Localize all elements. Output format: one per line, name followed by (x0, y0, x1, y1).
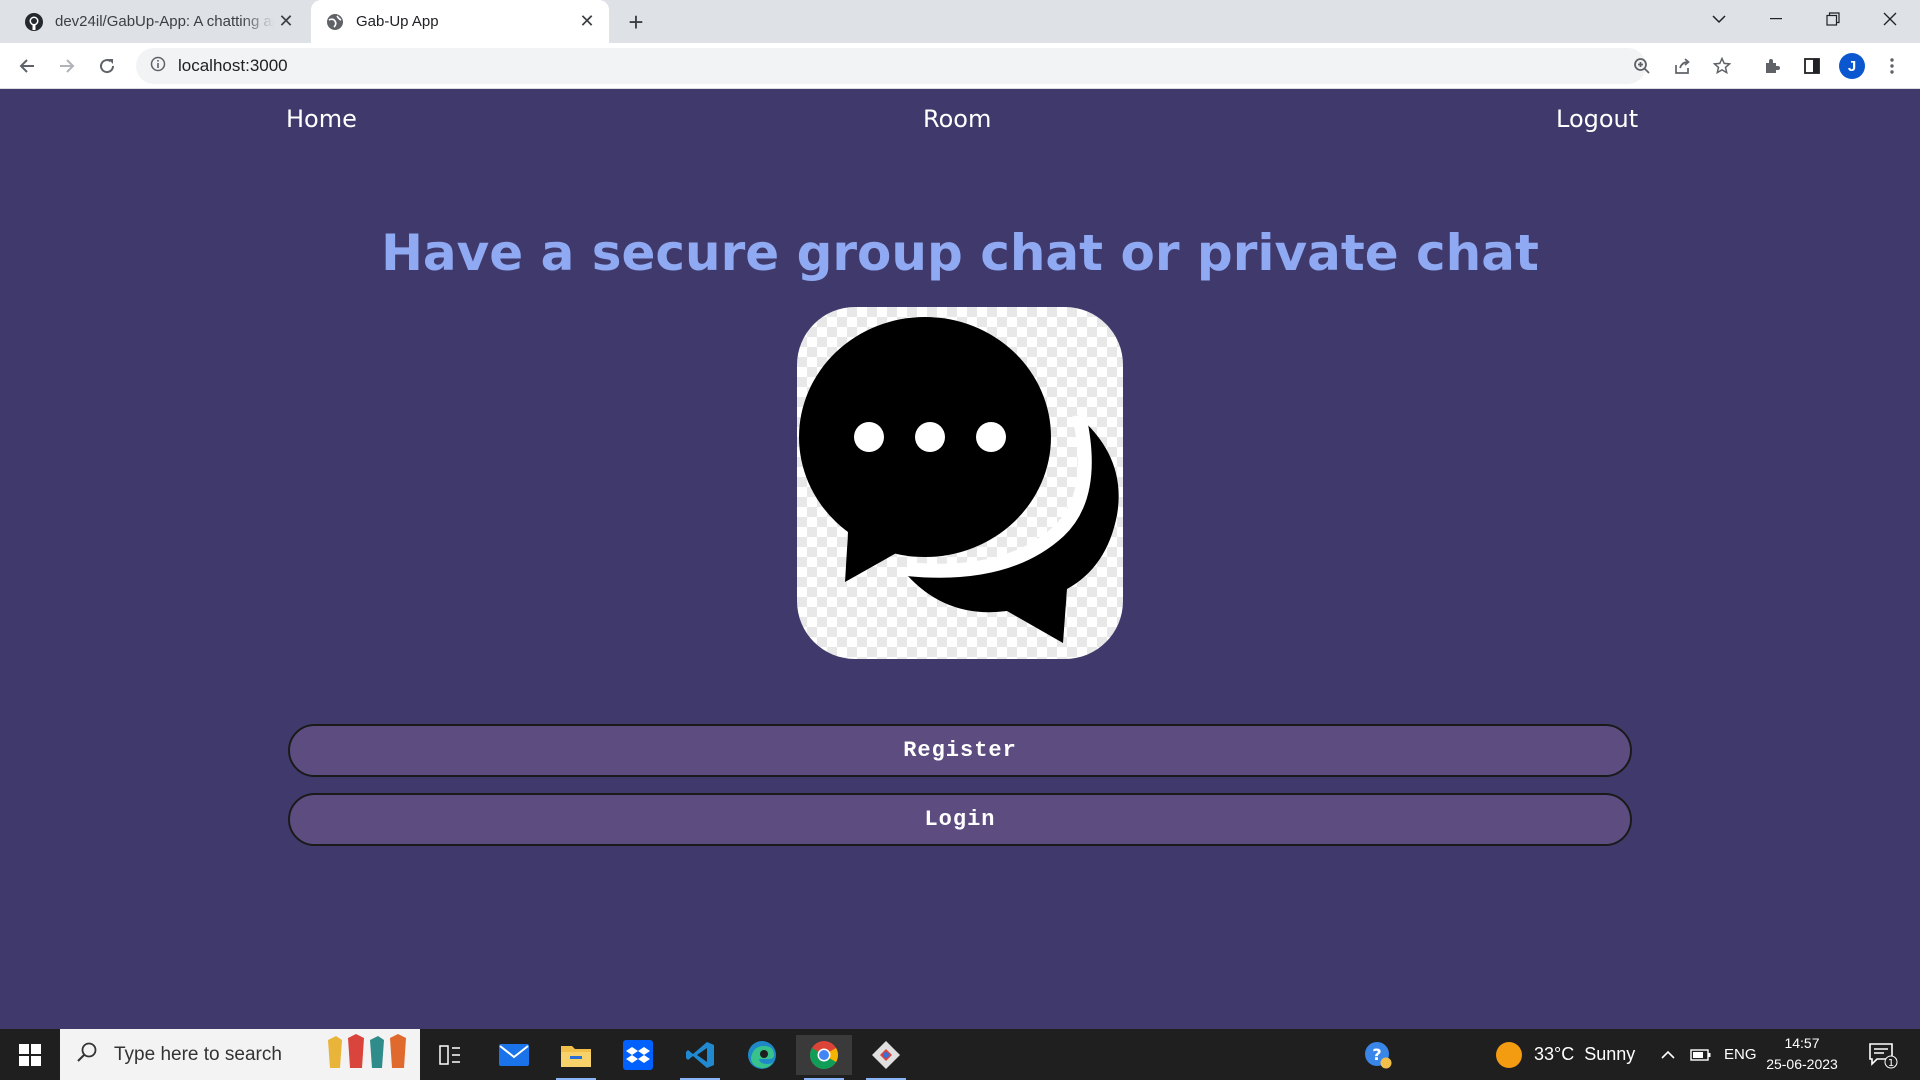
tab-title: Gab-Up App (356, 13, 439, 30)
clock[interactable]: 14:57 25-06-2023 (1752, 1033, 1852, 1075)
tab-gabup[interactable]: Gab-Up App ✕ (311, 0, 609, 43)
mail-icon[interactable] (486, 1035, 542, 1075)
nav-home-link[interactable]: Home (286, 105, 357, 133)
close-window-icon[interactable] (1862, 0, 1918, 38)
tab-github[interactable]: dev24il/GabUp-App: A chatting app ✕ (0, 0, 308, 43)
file-explorer-icon[interactable] (548, 1035, 604, 1080)
weather-text: 33°C Sunny (1534, 1044, 1636, 1064)
chat-bubbles-icon (797, 307, 1123, 659)
tab-strip: dev24il/GabUp-App: A chatting app ✕ Gab-… (0, 0, 1920, 43)
task-view-icon[interactable] (422, 1035, 478, 1075)
close-tab-icon[interactable]: ✕ (575, 10, 599, 34)
forward-icon[interactable] (51, 50, 83, 82)
page-content: Home Room Logout Have a secure group cha… (0, 89, 1920, 1029)
tab-search-icon[interactable] (1691, 0, 1747, 38)
site-info-icon[interactable] (150, 56, 166, 77)
clock-date: 25-06-2023 (1766, 1056, 1838, 1072)
vscode-icon[interactable] (672, 1035, 728, 1080)
weather-widget[interactable]: 33°C Sunny (1496, 1029, 1635, 1080)
help-icon[interactable]: ? (1364, 1029, 1392, 1080)
search-icon (76, 1041, 98, 1069)
nav-room-link[interactable]: Room (923, 105, 991, 133)
tab-title: dev24il/GabUp-App: A chatting app (55, 13, 274, 30)
side-panel-icon[interactable] (1796, 50, 1828, 82)
notifications-icon[interactable]: 1 (1868, 1029, 1898, 1080)
search-placeholder: Type here to search (114, 1043, 282, 1065)
extensions-icon[interactable] (1756, 50, 1788, 82)
show-hidden-icons[interactable] (1660, 1029, 1676, 1080)
taskbar-search-box[interactable]: Type here to search (60, 1029, 420, 1080)
windows-start-icon[interactable] (0, 1029, 60, 1080)
browser-menu-icon[interactable] (1876, 50, 1908, 82)
edge-icon[interactable] (734, 1035, 790, 1075)
new-tab-button[interactable]: + (620, 7, 652, 37)
git-tool-icon[interactable] (858, 1035, 914, 1080)
notification-count: 1 (1888, 1058, 1894, 1069)
bookmark-star-icon[interactable] (1706, 50, 1738, 82)
battery-icon[interactable] (1690, 1029, 1712, 1080)
login-button[interactable]: Login (288, 793, 1632, 846)
browser-toolbar: localhost:3000 J (0, 43, 1920, 89)
url-text: localhost:3000 (178, 56, 288, 75)
globe-icon (325, 12, 345, 32)
minimize-icon[interactable] (1748, 0, 1804, 38)
clock-time: 14:57 (1784, 1035, 1820, 1051)
search-highlight-icon (324, 1032, 416, 1078)
nav-logout-link[interactable]: Logout (1556, 105, 1638, 133)
restore-icon[interactable] (1805, 0, 1861, 38)
sun-icon (1496, 1041, 1522, 1068)
address-bar[interactable]: localhost:3000 (136, 48, 1646, 84)
dropbox-icon[interactable] (610, 1035, 666, 1075)
chrome-icon[interactable] (796, 1035, 852, 1080)
close-tab-icon[interactable]: ✕ (274, 10, 298, 34)
zoom-icon[interactable] (1626, 50, 1658, 82)
back-icon[interactable] (11, 50, 43, 82)
taskbar: Type here to search ? 33°C Sunny ENG 14:… (0, 1029, 1920, 1080)
register-button[interactable]: Register (288, 724, 1632, 777)
github-icon (24, 12, 44, 32)
share-icon[interactable] (1666, 50, 1698, 82)
page-headline: Have a secure group chat or private chat (381, 224, 1539, 282)
profile-avatar[interactable]: J (1836, 50, 1868, 82)
reload-icon[interactable] (91, 50, 123, 82)
svg-text:?: ? (1372, 1045, 1381, 1064)
